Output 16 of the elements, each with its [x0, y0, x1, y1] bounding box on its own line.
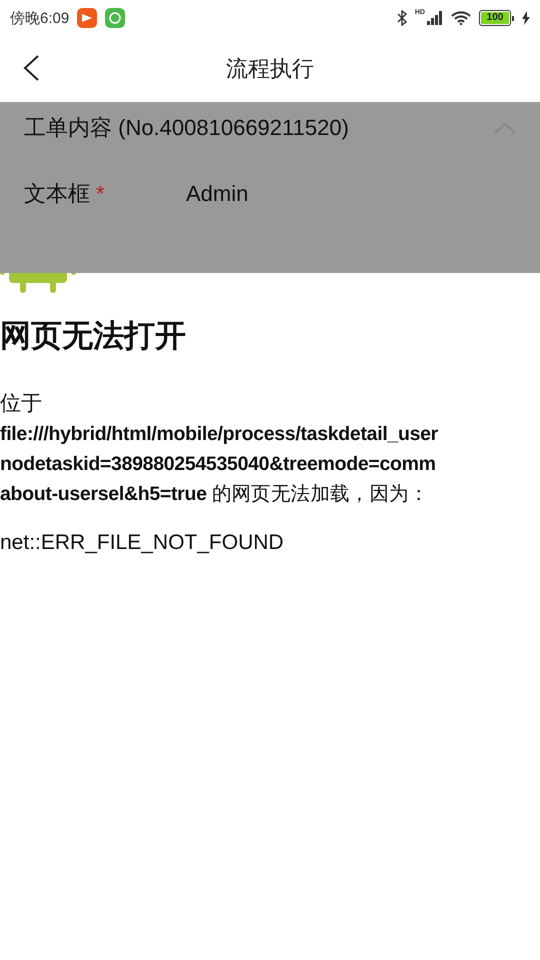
page-title: 流程执行 — [226, 55, 314, 83]
error-code: net::ERR_FILE_NOT_FOUND — [0, 531, 285, 555]
battery-icon: 100 — [479, 10, 511, 26]
error-heading: 网页无法打开 — [0, 317, 187, 355]
wifi-icon — [451, 11, 471, 25]
app-icon — [105, 8, 126, 28]
required-mark: * — [96, 181, 105, 206]
field-value: Admin — [186, 181, 248, 207]
status-time: 傍晚6:09 — [10, 8, 70, 28]
panel-title: 工单内容 (No.400810669211520) — [24, 114, 350, 142]
error-text: 位于 file:///hybrid/html/mobile/process/taskdetail_user nodetaskid=389880254535040&treemode=comm about-usersel&h5=true 的网页无法加载，因为： — [0, 391, 439, 507]
bluetooth-icon — [396, 10, 407, 26]
charging-icon — [522, 11, 530, 25]
signal-icon — [427, 11, 443, 25]
field-label: 文本框 — [24, 181, 90, 206]
app-icon — [77, 8, 98, 28]
